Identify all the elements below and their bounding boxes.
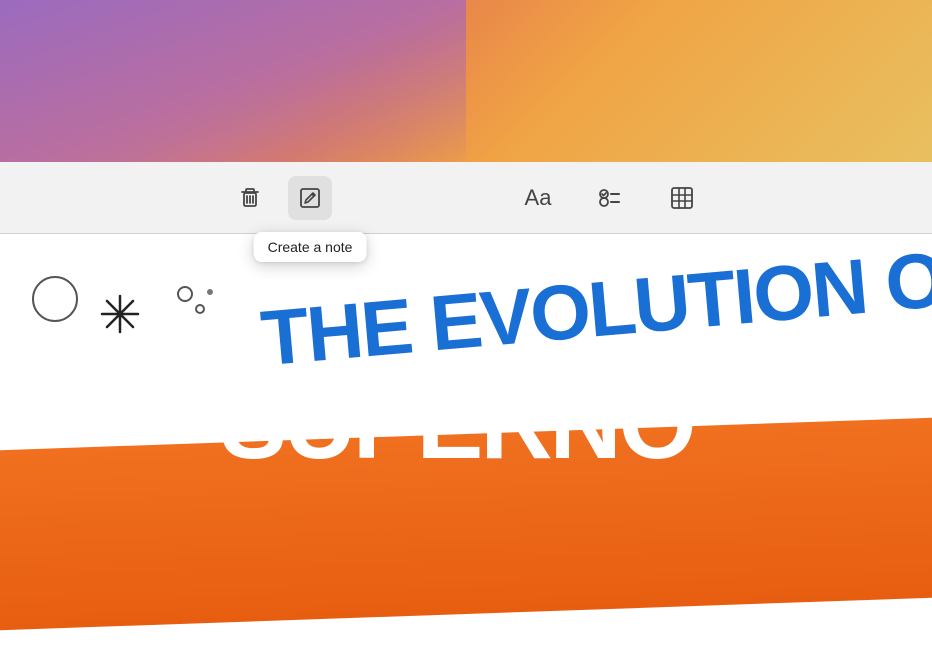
toolbar: Create a note Aa	[0, 162, 932, 234]
create-note-button[interactable]: Create a note	[288, 176, 332, 220]
trash-icon	[236, 184, 264, 212]
evolution-text: THE EVOLUTION OF M	[258, 234, 932, 377]
supernova-text: SUPERNO	[220, 374, 694, 474]
table-icon	[668, 184, 696, 212]
font-icon: Aa	[525, 185, 552, 211]
font-button[interactable]: Aa	[516, 176, 560, 220]
compose-icon	[296, 184, 324, 212]
toolbar-left-group: Create a note	[228, 176, 332, 220]
content-area: THE EVOLUTION OF M SUPERNO	[0, 234, 932, 650]
table-button[interactable]	[660, 176, 704, 220]
toolbar-right-group: Aa	[516, 176, 704, 220]
delete-button[interactable]	[228, 176, 272, 220]
background-gradient	[0, 0, 932, 170]
checklist-icon	[596, 184, 624, 212]
checklist-button[interactable]	[588, 176, 632, 220]
